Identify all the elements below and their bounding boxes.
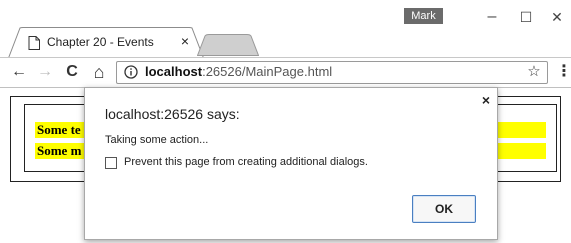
back-icon[interactable]: ← — [10, 63, 28, 81]
browser-window: Chapter 20 - Events × Mark – ☐ ✕ ← → C ⌂… — [0, 0, 571, 243]
url-host: localhost — [145, 64, 203, 79]
maximize-button[interactable]: ☐ — [516, 8, 536, 26]
menu-icon[interactable]: ⋮ — [556, 63, 571, 81]
new-tab-button[interactable] — [197, 34, 259, 56]
dialog-title: localhost:26526 says: — [105, 106, 240, 122]
minimize-button[interactable]: – — [482, 8, 502, 26]
dialog-close-icon[interactable]: × — [479, 93, 493, 107]
info-icon[interactable] — [124, 65, 138, 79]
reload-icon[interactable]: C — [63, 63, 81, 81]
url-text[interactable]: localhost:26526/MainPage.html — [145, 64, 332, 79]
forward-icon[interactable]: → — [36, 63, 54, 81]
close-window-button[interactable]: ✕ — [547, 8, 567, 26]
alert-dialog: localhost:26526 says: × Taking some acti… — [84, 87, 498, 240]
dialog-message: Taking some action... — [105, 134, 209, 146]
ok-button[interactable]: OK — [412, 195, 476, 223]
tab-title: Chapter 20 - Events — [47, 35, 154, 49]
url-path: :26526/MainPage.html — [202, 64, 333, 79]
prevent-dialogs-checkbox[interactable] — [105, 157, 117, 169]
home-icon[interactable]: ⌂ — [90, 63, 108, 81]
prevent-dialogs-label[interactable]: Prevent this page from creating addition… — [124, 156, 368, 168]
tab-close-icon[interactable]: × — [178, 33, 192, 49]
profile-badge[interactable]: Mark — [404, 8, 443, 24]
page-icon — [28, 36, 40, 50]
bookmark-star-icon[interactable]: ☆ — [526, 63, 542, 81]
